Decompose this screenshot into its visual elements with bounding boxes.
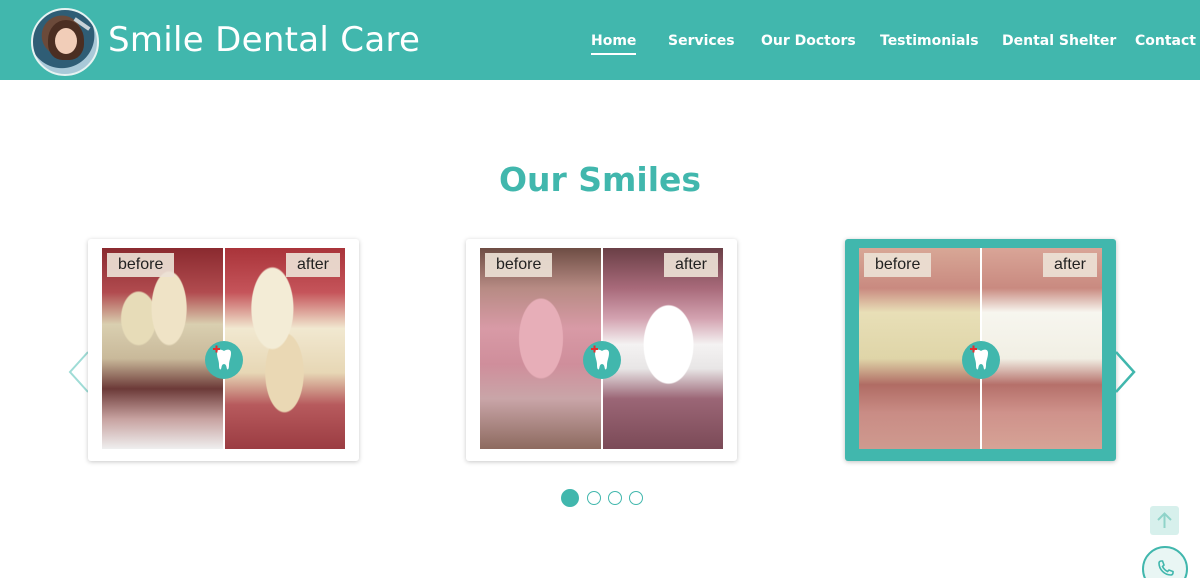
pagination-dot-3[interactable] — [608, 491, 622, 505]
tooth-icon — [204, 341, 243, 379]
smile-card-highlighted[interactable]: before after — [845, 239, 1116, 461]
smile-card[interactable]: before after — [466, 239, 737, 461]
before-label: before — [864, 253, 932, 277]
brand-name[interactable]: Smile Dental Care — [108, 20, 420, 60]
smile-card[interactable]: before after — [88, 239, 359, 461]
after-label: after — [285, 253, 340, 277]
nav-services[interactable]: Services — [668, 33, 735, 49]
pagination-dot-1[interactable] — [561, 489, 579, 507]
pagination-dot-4[interactable] — [629, 491, 643, 505]
nav-testimonials[interactable]: Testimonials — [880, 33, 979, 49]
carousel-pagination — [560, 489, 650, 507]
call-button[interactable] — [1142, 546, 1188, 578]
after-label: after — [663, 253, 718, 277]
before-label: before — [485, 253, 553, 277]
section-title: Our Smiles — [498, 160, 702, 199]
carousel-next-button[interactable] — [1113, 350, 1137, 394]
scroll-to-top-button[interactable] — [1150, 506, 1179, 535]
logo-avatar[interactable] — [31, 8, 99, 76]
nav-home[interactable]: Home — [591, 33, 637, 55]
nav-dental-shelter[interactable]: Dental Shelter — [1002, 33, 1116, 49]
after-label: after — [1042, 253, 1097, 277]
site-header: Smile Dental Care Home Services Our Doct… — [0, 0, 1200, 80]
tooth-icon — [582, 341, 621, 379]
nav-our-doctors[interactable]: Our Doctors — [761, 33, 856, 49]
before-after-photo: before after — [480, 248, 723, 449]
phone-icon — [1158, 560, 1174, 576]
before-after-photo: before after — [859, 248, 1102, 449]
chevron-right-icon — [1115, 351, 1136, 393]
nav-contact[interactable]: Contact — [1135, 33, 1196, 49]
arrow-up-icon — [1157, 512, 1172, 528]
before-label: before — [107, 253, 175, 277]
before-after-photo: before after — [102, 248, 345, 449]
tooth-icon — [961, 341, 1000, 379]
pagination-dot-2[interactable] — [587, 491, 601, 505]
